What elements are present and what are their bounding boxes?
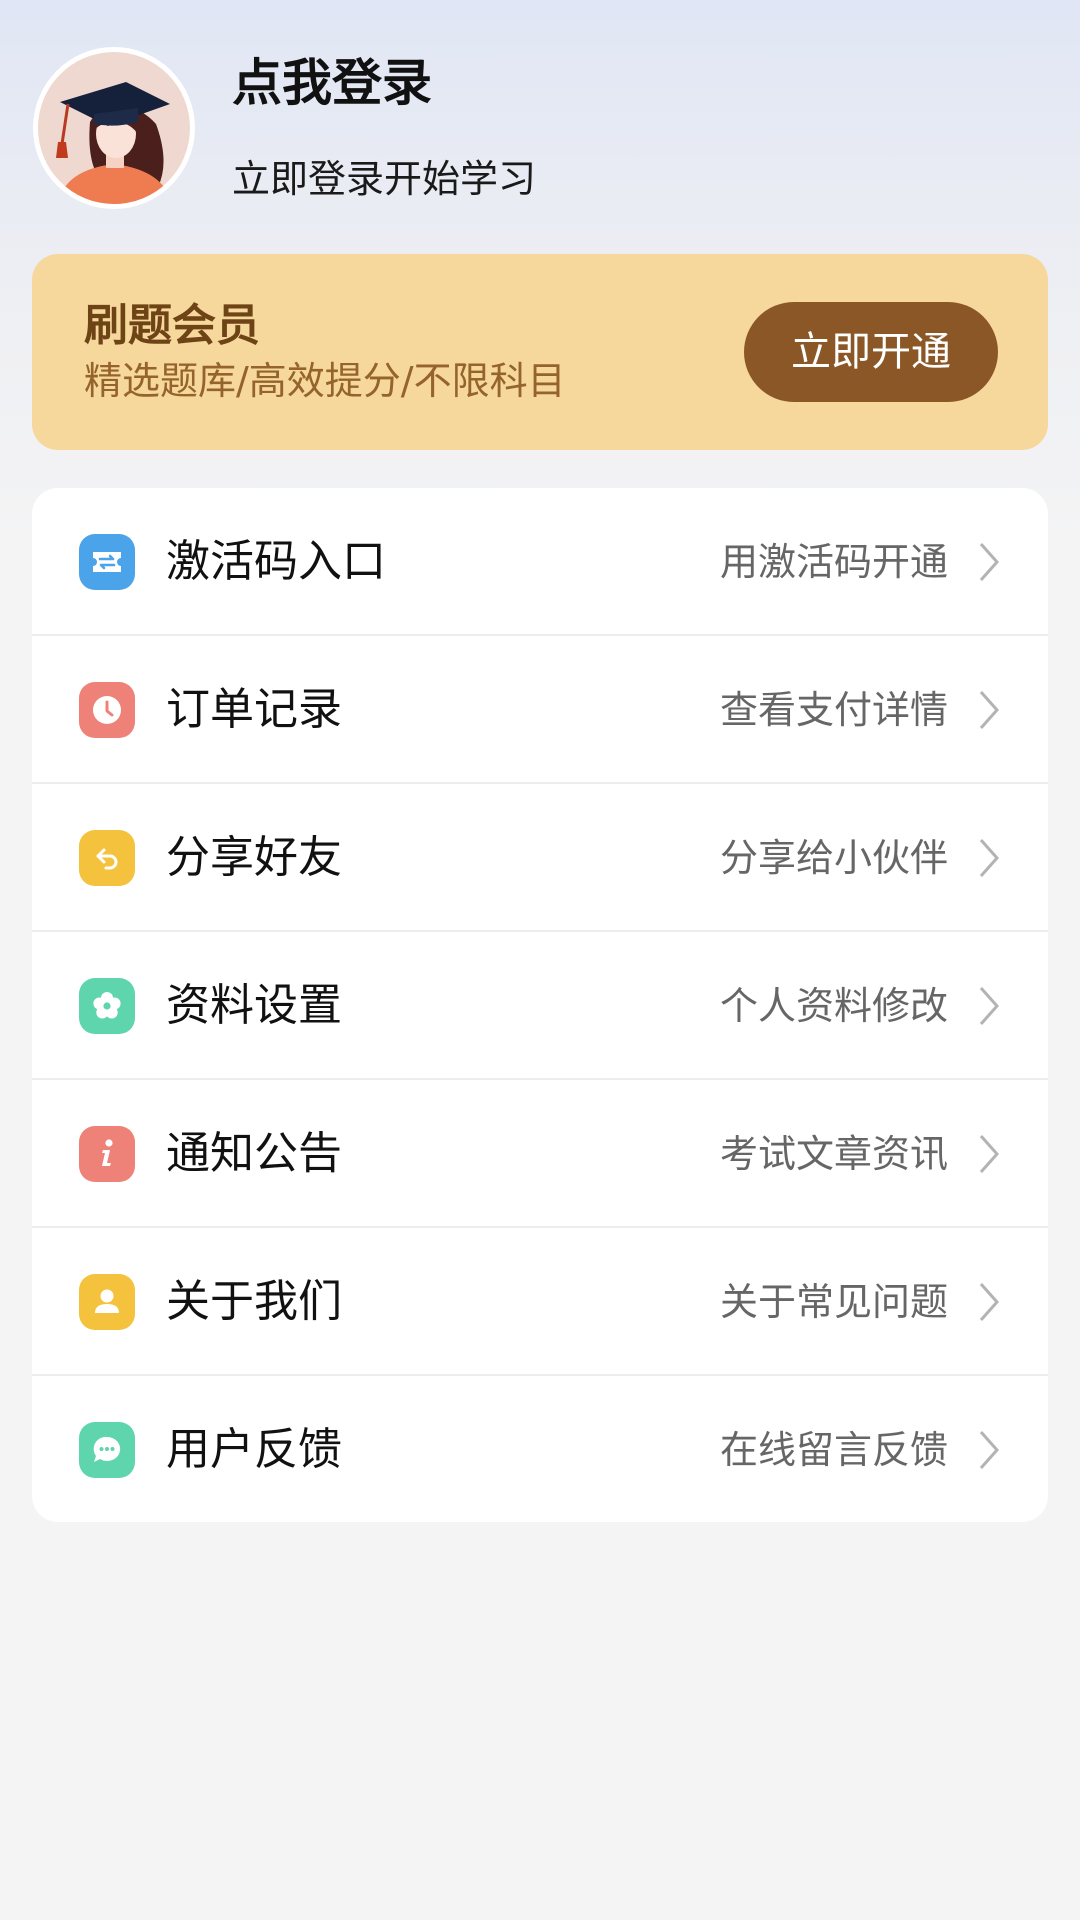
menu-item-label: 订单记录 [166, 684, 342, 735]
menu-list: 激活码入口 用激活码开通 订单记录 查看支付详情 分享好友 分享给小伙伴 资料设… [32, 488, 1048, 1522]
share-icon [79, 830, 135, 886]
menu-item-activation-code[interactable]: 激活码入口 用激活码开通 [32, 488, 1048, 636]
menu-item-label: 关于我们 [166, 1276, 342, 1327]
profile-header: 点我登录 立即登录开始学习 [0, 0, 1080, 240]
vip-banner: 刷题会员 精选题库/高效提分/不限科目 立即开通 [32, 254, 1048, 450]
menu-item-label: 激活码入口 [166, 536, 386, 587]
menu-item-hint: 在线留言反馈 [719, 1428, 948, 1472]
chevron-right-icon [979, 839, 1000, 877]
flower-icon [79, 978, 135, 1034]
menu-item-label: 资料设置 [166, 980, 342, 1031]
vip-description: 精选题库/高效提分/不限科目 [84, 359, 566, 403]
menu-item-about-us[interactable]: 关于我们 关于常见问题 [32, 1228, 1048, 1376]
chevron-right-icon [979, 1431, 1000, 1469]
chevron-right-icon [979, 987, 1000, 1025]
menu-item-hint: 用激活码开通 [719, 540, 948, 584]
graduate-girl-avatar-icon [38, 52, 190, 204]
menu-item-share-friends[interactable]: 分享好友 分享给小伙伴 [32, 784, 1048, 932]
menu-item-label: 通知公告 [166, 1128, 342, 1179]
chat-icon [79, 1422, 135, 1478]
menu-item-feedback[interactable]: 用户反馈 在线留言反馈 [32, 1376, 1048, 1522]
menu-item-notices[interactable]: 通知公告 考试文章资讯 [32, 1080, 1048, 1228]
menu-item-hint: 考试文章资讯 [719, 1132, 948, 1176]
chevron-right-icon [979, 543, 1000, 581]
menu-item-profile-settings[interactable]: 资料设置 个人资料修改 [32, 932, 1048, 1080]
menu-item-label: 用户反馈 [166, 1424, 342, 1475]
user-icon [79, 1274, 135, 1330]
avatar[interactable] [33, 47, 195, 209]
menu-item-label: 分享好友 [166, 832, 342, 883]
clock-icon [79, 682, 135, 738]
vip-activate-button[interactable]: 立即开通 [744, 302, 998, 402]
menu-item-hint: 分享给小伙伴 [719, 836, 948, 880]
login-title[interactable]: 点我登录 [232, 50, 432, 116]
chevron-right-icon [979, 1283, 1000, 1321]
login-subtitle: 立即登录开始学习 [232, 157, 537, 201]
menu-item-hint: 查看支付详情 [719, 688, 948, 732]
ticket-icon [79, 534, 135, 590]
vip-title: 刷题会员 [84, 300, 260, 351]
menu-item-order-records[interactable]: 订单记录 查看支付详情 [32, 636, 1048, 784]
menu-item-hint: 关于常见问题 [719, 1280, 948, 1324]
chevron-right-icon [979, 1135, 1000, 1173]
info-icon [79, 1126, 135, 1182]
chevron-right-icon [979, 691, 1000, 729]
menu-item-hint: 个人资料修改 [719, 984, 948, 1028]
